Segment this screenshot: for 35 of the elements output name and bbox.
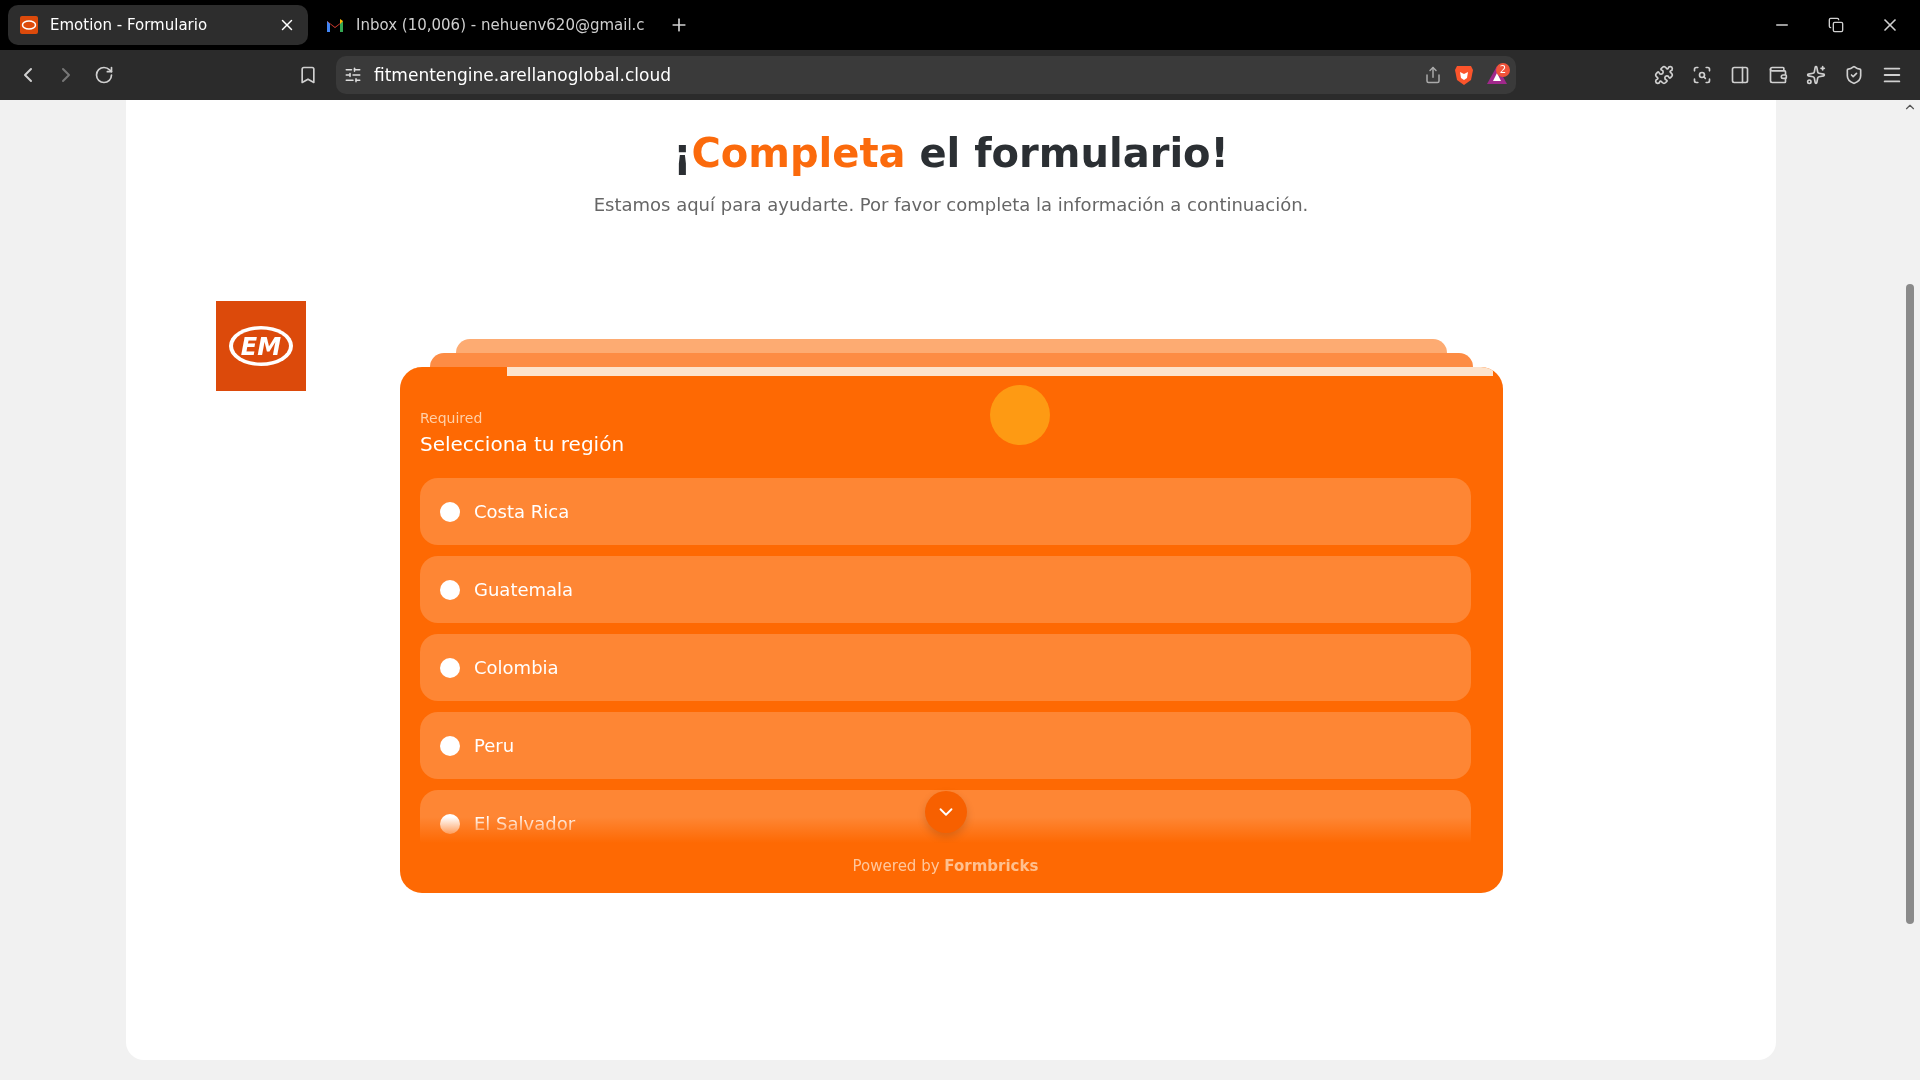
radio-option[interactable]: Peru [420, 712, 1471, 779]
radio-icon[interactable] [440, 813, 460, 834]
logo: EM [216, 301, 306, 391]
radio-icon[interactable] [440, 579, 460, 600]
reload-icon[interactable] [94, 65, 114, 85]
browser-tab[interactable]: Emotion - Formulario [8, 5, 308, 45]
page-title: ¡Completa el formulario! [673, 130, 1229, 176]
question-text: Selecciona tu región [420, 432, 626, 456]
browser-tab[interactable]: Inbox (10,006) - nehuenv620@gmail.c [314, 5, 657, 45]
bookmark-icon[interactable] [298, 65, 318, 85]
cursor-highlight [990, 385, 1050, 445]
radio-icon[interactable] [440, 735, 460, 756]
sparkle-icon[interactable] [1806, 65, 1826, 85]
sidebar-icon[interactable] [1730, 65, 1750, 85]
site-logo-icon [20, 16, 38, 34]
wallet-icon[interactable] [1768, 65, 1788, 85]
address-bar[interactable]: fitmentengine.arellanoglobal.cloud 2 [336, 56, 1516, 94]
radio-option[interactable]: Costa Rica [420, 478, 1471, 545]
search-icon[interactable] [1692, 65, 1712, 85]
required-label: Required [420, 410, 484, 426]
radio-option[interactable]: Guatemala [420, 556, 1471, 623]
radio-option[interactable]: Colombia [420, 634, 1471, 701]
site-settings-icon[interactable] [344, 66, 362, 84]
page-subtitle: Estamos aquí para ayudarte. Por favor completa la información a continuación. [593, 194, 1309, 215]
shield-icon[interactable] [1844, 65, 1864, 85]
radio-icon[interactable] [440, 501, 460, 522]
mail-logo-icon [326, 18, 344, 32]
notification-badge: 2 [1495, 63, 1510, 77]
restore-icon[interactable] [1828, 17, 1844, 33]
powered-by-text: Powered by Formbricks [851, 857, 1040, 875]
lion-shield-icon[interactable] [1454, 64, 1474, 86]
radio-option[interactable]: El Salvador [420, 790, 1471, 843]
puzzle-icon[interactable] [1654, 65, 1674, 85]
radio-icon[interactable] [440, 657, 460, 678]
share-icon[interactable] [1424, 66, 1442, 84]
